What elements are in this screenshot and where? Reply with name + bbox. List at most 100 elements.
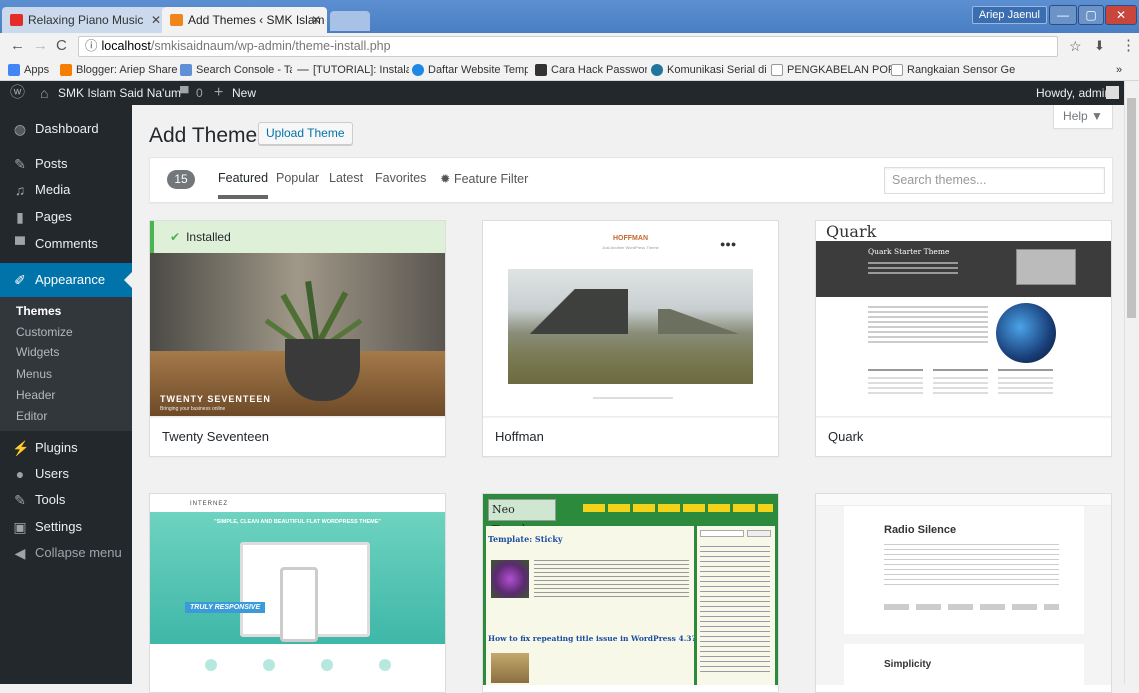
- new-link[interactable]: New: [232, 81, 256, 105]
- tab-featured[interactable]: Featured: [218, 171, 269, 199]
- tab-relaxing-piano[interactable]: Relaxing Piano Music ✕: [2, 7, 167, 33]
- globe-icon: [412, 64, 424, 76]
- social-icons: ●●●: [720, 239, 737, 249]
- url-bar[interactable]: ⓘ localhost/smkisaidnaum/wp-admin/theme-i…: [78, 36, 1058, 57]
- wordpress-tab-icon: [170, 14, 183, 26]
- hero-banner: "SIMPLE, CLEAN AND BEAUTIFUL FLAT WORDPR…: [150, 512, 445, 644]
- howdy-link[interactable]: Howdy, admin: [1036, 81, 1111, 105]
- plant-pot: [285, 339, 360, 401]
- info-icon[interactable]: ⓘ: [85, 39, 98, 53]
- phone-mockup: [280, 567, 318, 642]
- nav-buttons: [583, 504, 773, 512]
- bookmark-daftar-website[interactable]: Daftar Website Temp: [412, 60, 528, 80]
- forward-icon[interactable]: →: [33, 37, 48, 55]
- bookmarks-overflow[interactable]: »: [1116, 60, 1122, 80]
- theme-card-radio-silence[interactable]: Radio Silence Simplicity: [815, 493, 1112, 693]
- bookmark-star-icon[interactable]: ☆: [1069, 37, 1082, 55]
- tab-favorites[interactable]: Favorites: [375, 171, 426, 185]
- menu-comments[interactable]: ▀ Comments: [0, 227, 132, 261]
- widget-row: [868, 369, 1053, 409]
- theme-screenshot: INTERNEZ "SIMPLE, CLEAN AND BEAUTIFUL FL…: [150, 494, 445, 685]
- tab-latest[interactable]: Latest: [329, 171, 363, 185]
- tab-popular[interactable]: Popular: [276, 171, 319, 185]
- search-console-icon: [180, 64, 192, 76]
- back-icon[interactable]: ←: [10, 37, 25, 55]
- submenu-header[interactable]: Header: [16, 385, 55, 406]
- submenu-editor[interactable]: Editor: [16, 406, 47, 427]
- close-tab-icon[interactable]: ✕: [311, 7, 321, 33]
- content-area: Template: Sticky How to fix repeating ti…: [486, 526, 694, 685]
- dash-icon: [297, 69, 309, 71]
- maximize-button[interactable]: ▢: [1078, 5, 1104, 25]
- bookmark-apps[interactable]: Apps: [8, 60, 49, 80]
- browser-titlebar: Relaxing Piano Music ✕ Add Themes ‹ SMK …: [0, 0, 1139, 33]
- bookmark-cara-hack[interactable]: Cara Hack Password: [535, 60, 647, 80]
- earth-image: [996, 303, 1056, 363]
- help-tab[interactable]: Help ▼: [1053, 105, 1113, 129]
- menu-appearance[interactable]: ✐ Appearance: [0, 263, 132, 297]
- theme-card-quark[interactable]: Quark Quark Starter Theme Quark: [815, 220, 1112, 457]
- url-path: /smkisaidnaum/wp-admin/theme-install.php: [150, 39, 391, 53]
- bookmark-search-console[interactable]: Search Console - Tau: [180, 60, 292, 80]
- gear-icon: ✹: [440, 172, 451, 186]
- theme-name: Hoffman: [483, 416, 778, 456]
- window-close-button[interactable]: ✕: [1105, 5, 1137, 25]
- address-row: ← → C ⓘ localhost/smkisaidnaum/wp-admin/t…: [0, 33, 1139, 59]
- close-tab-icon[interactable]: ✕: [151, 7, 161, 33]
- theme-name: Quark: [816, 416, 1111, 456]
- bookmark-rangkaian[interactable]: Rangkaian Sensor Ge: [891, 60, 1015, 80]
- shot-title: Quark: [826, 222, 877, 241]
- minimize-button[interactable]: —: [1049, 5, 1077, 25]
- site-name-link[interactable]: SMK Islam Said Na'um: [58, 81, 181, 105]
- theme-card-neo-trendy[interactable]: Neo Trendy Template: Sticky How to fix r…: [482, 493, 779, 693]
- submenu-customize[interactable]: Customize: [16, 322, 73, 343]
- page-icon: [771, 64, 783, 76]
- comments-count[interactable]: 0: [196, 81, 203, 105]
- extension-icon[interactable]: ⬇: [1094, 37, 1105, 55]
- submenu-themes[interactable]: Themes: [16, 301, 61, 322]
- flower-image: [491, 560, 529, 598]
- apps-icon: [8, 64, 20, 76]
- theme-card-twenty-seventeen[interactable]: ✔ Installed TWENTY SEVENTEEN Bringing you…: [149, 220, 446, 457]
- feature-icons: [205, 659, 395, 679]
- theme-screenshot: HOFFMAN Just Another WordPress Theme ●●●: [483, 221, 778, 416]
- page-icon: [891, 64, 903, 76]
- brush-icon: ✐: [14, 272, 26, 288]
- landscape-photo: [508, 269, 753, 384]
- scrollbar-thumb[interactable]: [1127, 98, 1136, 318]
- tab-title: Relaxing Piano Music: [28, 13, 144, 27]
- theme-card-hoffman[interactable]: HOFFMAN Just Another WordPress Theme ●●●…: [482, 220, 779, 457]
- profile-button[interactable]: Ariep Jaenul: [971, 6, 1047, 24]
- tab-add-themes[interactable]: Add Themes ‹ SMK Islam ✕: [162, 7, 327, 33]
- shot-title: Neo Trendy: [488, 499, 556, 536]
- avatar[interactable]: [1106, 86, 1119, 99]
- youtube-icon: [10, 14, 23, 26]
- url-host: localhost: [101, 39, 151, 53]
- wordpress-logo-icon[interactable]: ⓦ: [10, 81, 25, 105]
- collapse-icon: ◀: [14, 545, 26, 561]
- quark-banner: Quark Starter Theme: [816, 241, 1111, 297]
- comment-bubble-icon[interactable]: ▀: [180, 81, 189, 105]
- menu-dashboard[interactable]: ◍ Dashboard: [0, 112, 132, 146]
- bookmark-pengkabelan[interactable]: PENGKABELAN PORT: [771, 60, 891, 80]
- home-icon: ⌂: [40, 85, 49, 101]
- bookmark-blogger[interactable]: Blogger: Ariep Share: [60, 60, 178, 80]
- bookmark-tutorial[interactable]: [TUTORIAL]: Instalasi: [297, 60, 409, 80]
- upload-theme-button[interactable]: Upload Theme: [258, 122, 353, 145]
- menu-collapse[interactable]: ◀ Collapse menu: [0, 536, 132, 570]
- feature-filter-button[interactable]: ✹ Feature Filter: [440, 171, 528, 186]
- menu-icon[interactable]: ⋮: [1121, 37, 1136, 55]
- submenu-menus[interactable]: Menus: [16, 364, 52, 385]
- search-themes-input[interactable]: Search themes...: [884, 167, 1105, 194]
- shot-title: INTERNEZ: [190, 501, 228, 507]
- theme-card-internez[interactable]: INTERNEZ "SIMPLE, CLEAN AND BEAUTIFUL FL…: [149, 493, 446, 693]
- check-icon: ✔: [170, 230, 181, 244]
- reload-icon[interactable]: C: [56, 37, 67, 55]
- theme-count-badge: 15: [167, 170, 195, 189]
- new-tab-button[interactable]: [330, 11, 370, 31]
- theme-filter-bar: 15 Featured Popular Latest Favorites ✹ F…: [149, 157, 1113, 203]
- wordpress-icon: [651, 64, 663, 76]
- submenu-widgets[interactable]: Widgets: [16, 342, 59, 363]
- bookmark-komunikasi[interactable]: Komunikasi Serial di: [651, 60, 767, 80]
- plus-icon[interactable]: +: [214, 81, 223, 105]
